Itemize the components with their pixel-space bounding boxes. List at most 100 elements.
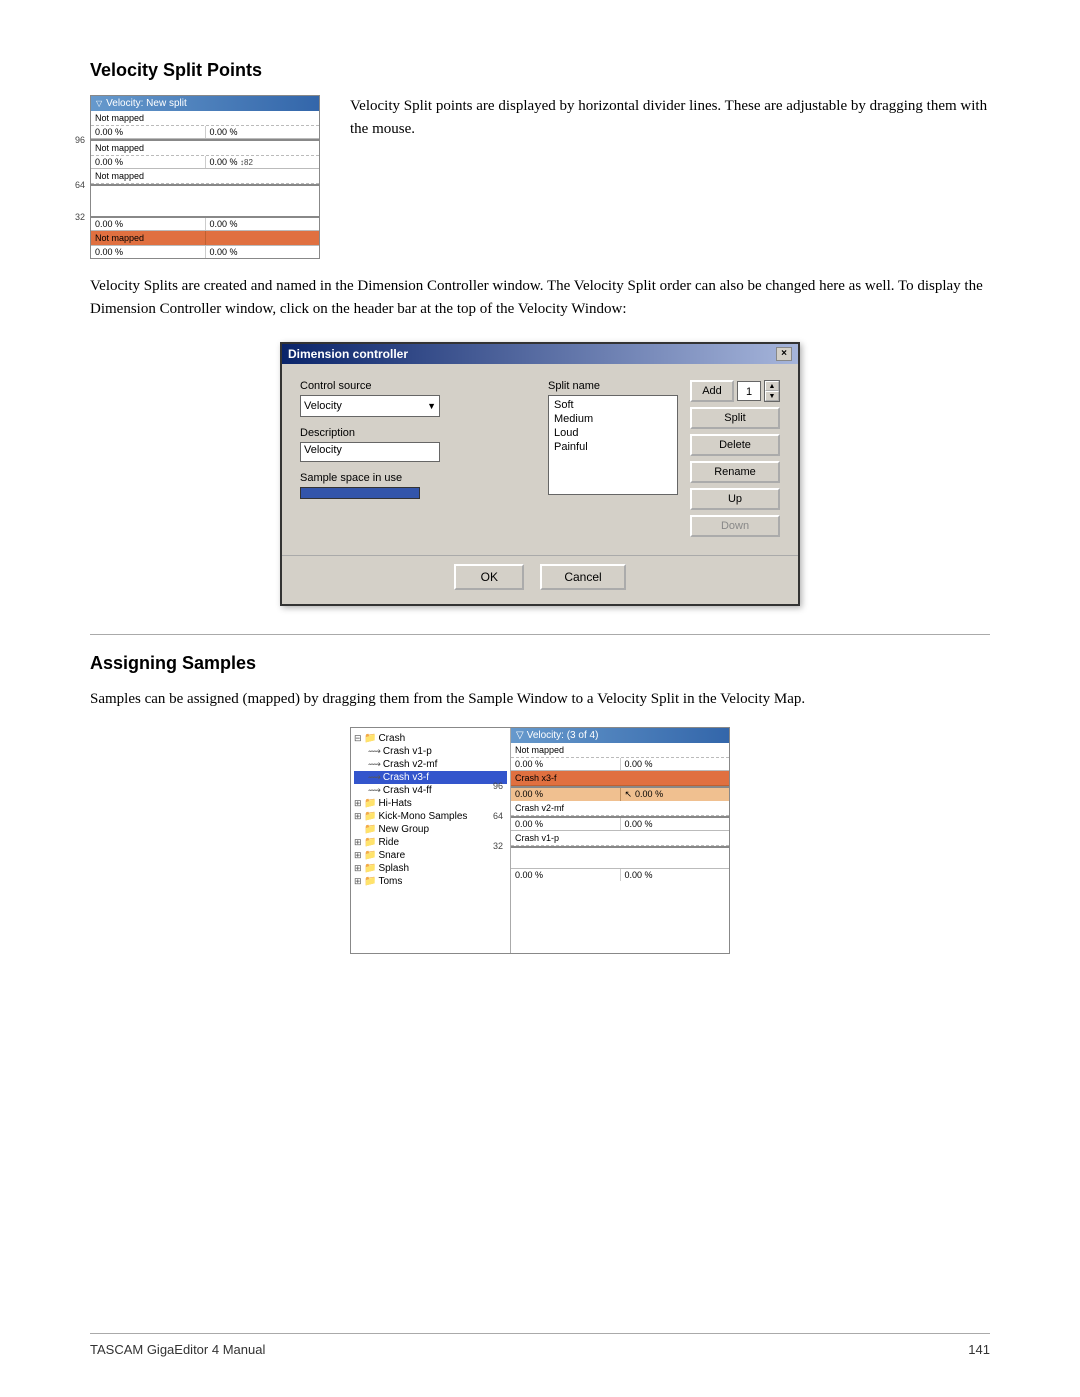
vel-val-2: 0.00 % (621, 758, 730, 770)
vel-marker-96-area: 96 0.00 % ↖ 0.00 % (511, 786, 729, 801)
tree-item-snare: ⊞ 📁 Snare (354, 849, 507, 862)
folder-icon-splash: 📁 (364, 863, 376, 874)
vel-32-label: 32 (493, 841, 503, 851)
not-mapped-row-3: Not mapped (91, 169, 319, 184)
sample-space-bar (300, 487, 420, 499)
assigning-samples-title: Assigning Samples (90, 653, 990, 674)
tree-label-crash-v2mf: Crash v2-mf (383, 759, 437, 770)
spin-up-button[interactable]: ▲ (765, 381, 779, 391)
tree-item-hihats: ⊞ 📁 Hi-Hats (354, 797, 507, 810)
velocity-split-top: ▽ Velocity: New split Not mapped 0.00 % … (90, 95, 990, 259)
val-cell: 0.00 % ↕82 (206, 156, 320, 168)
vel-64-label: 64 (493, 811, 503, 821)
down-button[interactable]: Down (690, 515, 780, 537)
description-input[interactable]: Velocity (300, 442, 440, 462)
assigning-samples-body: Samples can be assigned (mapped) by drag… (90, 688, 990, 711)
val-row-1: 0.00 % 0.00 % (91, 126, 319, 139)
vel-val-4: 0.00 % (621, 818, 730, 830)
not-mapped-row-1: Not mapped (91, 111, 319, 126)
tree-item-crash: ⊟ 📁 Crash (354, 732, 507, 745)
vel-marker-64-area: 64 (511, 816, 729, 818)
split-item-painful[interactable]: Painful (551, 440, 675, 454)
velocity-split-title: Velocity Split Points (90, 60, 990, 81)
velocity-window-title: Velocity: New split (106, 98, 187, 109)
split-name-list[interactable]: Soft Medium Loud Painful (548, 395, 678, 495)
add-number-field[interactable]: 1 (737, 381, 761, 401)
marker-32-line: 32 (91, 216, 319, 218)
control-source-dropdown[interactable]: Velocity ▼ (300, 395, 440, 417)
dialog-titlebar: Dimension controller × (282, 344, 798, 364)
velocity-panel-right: ▽ Velocity: (3 of 4) Not mapped 0.00 % 0… (511, 728, 729, 953)
folder-icon-crash: 📁 (364, 733, 376, 744)
tree-label-crash: Crash (378, 733, 405, 744)
tree-label-crash-v1p: Crash v1-p (383, 746, 432, 757)
folder-icon-hihats: 📁 (364, 798, 376, 809)
val-cell: 0.00 % (91, 218, 206, 230)
add-button[interactable]: Add (690, 380, 734, 402)
vel-val-6: 0.00 % (621, 869, 730, 881)
rename-button[interactable]: Rename (690, 461, 780, 483)
vel-96-label: 96 (493, 781, 503, 791)
dimension-controller-dialog-section: Dimension controller × Control source Ve… (90, 342, 990, 606)
crash-v2mf-row: Crash v2-mf (511, 801, 729, 816)
velocity-split-description: Velocity Split points are displayed by h… (350, 95, 990, 142)
val-cell: 0.00 % (206, 218, 320, 230)
dialog-center-panel: Split name Soft Medium Loud Painful (548, 380, 678, 537)
marker-96-label: 96 (75, 135, 85, 145)
tree-expand-hihats: ⊞ (354, 798, 362, 809)
ok-button[interactable]: OK (454, 564, 524, 590)
tree-item-crash-v4ff: ⟿ Crash v4-ff (354, 784, 507, 797)
add-spinner[interactable]: ▲ ▼ (764, 380, 780, 402)
sample-assign-inner: ⊟ 📁 Crash ⟿ Crash v1-p ⟿ Crash v2-mf ⟿ C… (350, 727, 730, 954)
split-name-label: Split name (548, 380, 678, 392)
sample-icon-crash-v2mf: ⟿ (368, 759, 381, 770)
folder-icon-ride: 📁 (364, 837, 376, 848)
tree-label-newgroup: New Group (378, 824, 429, 835)
vel-val-row-2: 0.00 % 0.00 % (511, 818, 729, 831)
tree-item-ride: ⊞ 📁 Ride (354, 836, 507, 849)
marker-32-label: 32 (75, 212, 85, 222)
marker-64-label: 64 (75, 180, 85, 190)
section-divider (90, 634, 990, 635)
val-row-3: 0.00 % 0.00 % (91, 218, 319, 231)
dialog-title: Dimension controller (288, 347, 408, 361)
vel-marker-32-area: 32 (511, 846, 729, 848)
vel-orange-val-1: 0.00 % (511, 788, 621, 801)
tree-expand-ride: ⊞ (354, 837, 362, 848)
sample-assign-window: ⊟ 📁 Crash ⟿ Crash v1-p ⟿ Crash v2-mf ⟿ C… (90, 727, 990, 954)
split-item-medium[interactable]: Medium (551, 412, 675, 426)
val-cell: 0.00 % (91, 126, 206, 138)
split-button[interactable]: Split (690, 407, 780, 429)
tree-item-newgroup: 📁 New Group (354, 823, 507, 836)
vel-val-row-1: 0.00 % 0.00 % (511, 758, 729, 771)
folder-icon-toms: 📁 (364, 876, 376, 887)
marker-64-line: 64 (91, 184, 319, 186)
crash-x3f-row: Crash x3-f (511, 771, 729, 786)
description-label: Description (300, 427, 536, 439)
cancel-button[interactable]: Cancel (540, 564, 625, 590)
crash-v1p-row: Crash v1-p (511, 831, 729, 846)
vel-val-1: 0.00 % (511, 758, 621, 770)
dropdown-arrow-icon: ▼ (427, 401, 436, 411)
val-cell: 0.00 % (206, 246, 320, 258)
up-button[interactable]: Up (690, 488, 780, 510)
dialog-close-button[interactable]: × (776, 347, 792, 361)
val-row-2: 0.00 % 0.00 % ↕82 (91, 156, 319, 169)
footer-left: TASCAM GigaEditor 4 Manual (90, 1342, 265, 1357)
split-item-loud[interactable]: Loud (551, 426, 675, 440)
spin-down-button[interactable]: ▼ (765, 391, 779, 401)
folder-icon-snare: 📁 (364, 850, 376, 861)
tree-label-hihats: Hi-Hats (378, 798, 411, 809)
val-cell: 0.00 % (91, 246, 206, 258)
delete-button[interactable]: Delete (690, 434, 780, 456)
empty-space-64 (91, 186, 319, 216)
split-item-soft[interactable]: Soft (551, 398, 675, 412)
vel-orange-val-2: ↖ 0.00 % (621, 788, 730, 801)
assigning-samples-section: Assigning Samples Samples can be assigne… (90, 653, 990, 954)
dimension-controller-dialog: Dimension controller × Control source Ve… (280, 342, 800, 606)
sample-tree-panel: ⊟ 📁 Crash ⟿ Crash v1-p ⟿ Crash v2-mf ⟿ C… (351, 728, 511, 953)
velocity-split-desc-text: Velocity Split points are displayed by h… (350, 95, 990, 142)
orange-cell (206, 231, 320, 245)
folder-icon-kickmono: 📁 (364, 811, 376, 822)
vel-val-3: 0.00 % (511, 818, 621, 830)
